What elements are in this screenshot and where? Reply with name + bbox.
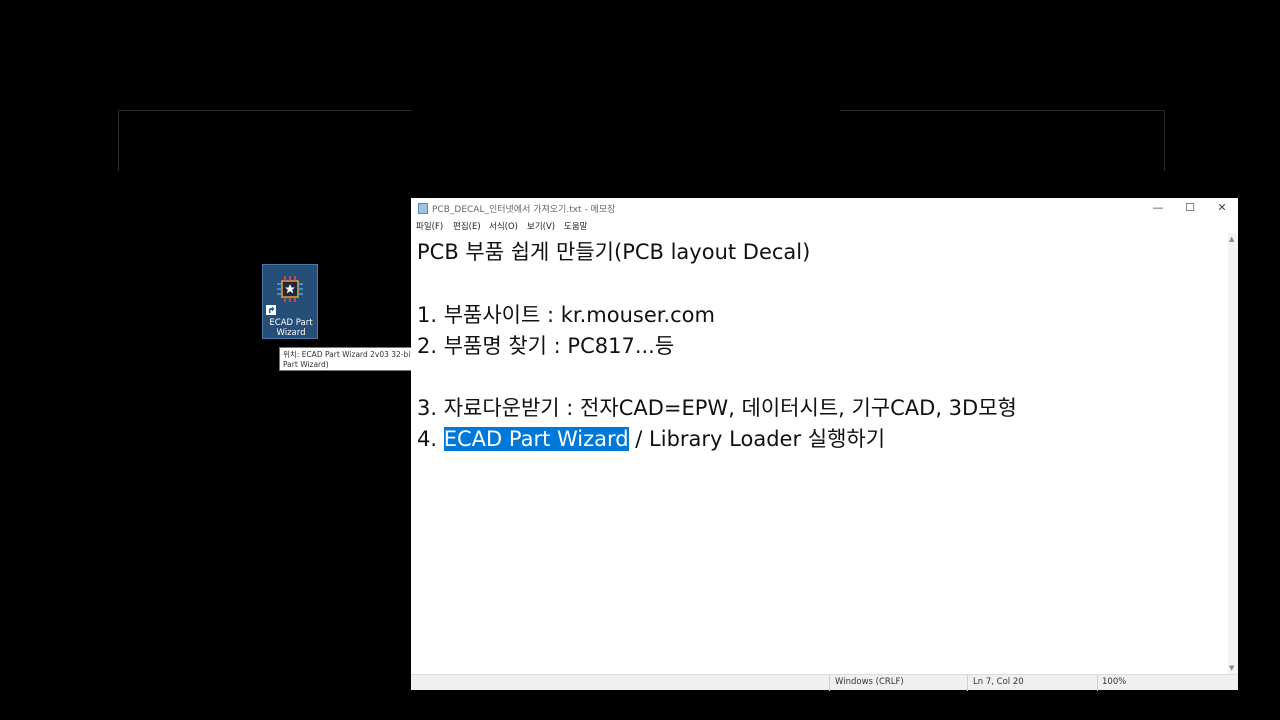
scroll-up-icon[interactable]: ▲ xyxy=(1229,235,1234,243)
vertical-scrollbar[interactable]: ▲ ▼ xyxy=(1228,233,1238,674)
shortcut-label: ECAD Part Wizard xyxy=(269,318,313,338)
status-divider xyxy=(829,675,830,691)
menu-format[interactable]: 서식(O) xyxy=(489,220,518,232)
status-divider xyxy=(967,675,968,691)
scroll-down-icon[interactable]: ▼ xyxy=(1229,664,1234,672)
minimize-button[interactable]: — xyxy=(1142,198,1174,218)
close-button[interactable]: ✕ xyxy=(1206,198,1238,218)
text-editor[interactable]: PCB 부품 쉽게 만들기(PCB layout Decal) 1. 부품사이트… xyxy=(411,233,1228,674)
status-divider xyxy=(1097,675,1098,691)
shortcut-arrow-icon xyxy=(266,305,276,315)
text-line-4: 2. 부품명 찾기 : PC817...등 xyxy=(417,334,675,358)
line-7-suffix: / Library Loader 실행하기 xyxy=(628,427,886,451)
selected-text[interactable]: ECAD Part Wizard xyxy=(443,427,629,451)
status-position: Ln 7, Col 20 xyxy=(973,677,1024,687)
window-title: PCB_DECAL_인터넷에서 가져오기.txt - 메모장 xyxy=(432,205,616,215)
menu-bar: 파일(F) 편집(E) 서식(O) 보기(V) 도움말 xyxy=(411,218,1238,233)
notepad-icon xyxy=(418,203,428,214)
maximize-button[interactable]: ☐ xyxy=(1174,198,1206,218)
text-line-1: PCB 부품 쉽게 만들기(PCB layout Decal) xyxy=(417,240,811,264)
status-zoom: 100% xyxy=(1102,677,1127,687)
menu-file[interactable]: 파일(F) xyxy=(416,220,443,232)
text-line-7: 4. ECAD Part Wizard / Library Loader 실행하… xyxy=(417,423,885,453)
ecad-part-wizard-shortcut[interactable]: ECAD Part Wizard xyxy=(262,264,318,339)
line-7-prefix: 4. xyxy=(417,427,444,451)
notepad-window: PCB_DECAL_인터넷에서 가져오기.txt - 메모장 — ☐ ✕ 파일(… xyxy=(411,198,1238,691)
title-bar[interactable]: PCB_DECAL_인터넷에서 가져오기.txt - 메모장 — ☐ ✕ xyxy=(411,198,1238,218)
status-bar: Windows (CRLF) Ln 7, Col 20 100% xyxy=(411,674,1238,691)
menu-help[interactable]: 도움말 xyxy=(564,220,587,232)
menu-edit[interactable]: 편집(E) xyxy=(453,220,481,232)
text-line-3: 1. 부품사이트 : kr.mouser.com xyxy=(417,303,715,327)
text-line-6: 3. 자료다운받기 : 전자CAD=EPW, 데이터시트, 기구CAD, 3D모… xyxy=(417,396,1017,420)
chip-icon xyxy=(277,276,303,302)
menu-view[interactable]: 보기(V) xyxy=(527,220,555,232)
status-encoding: Windows (CRLF) xyxy=(835,677,904,687)
outline-gap xyxy=(412,100,840,120)
